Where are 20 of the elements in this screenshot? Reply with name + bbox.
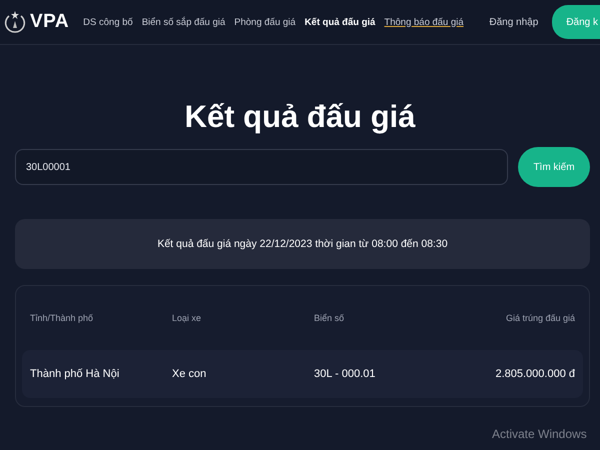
logo[interactable]: VPA — [30, 11, 70, 33]
emblem-icon — [4, 10, 26, 34]
table-cell-text: 2.805.000.000 đ — [494, 368, 575, 380]
nav-link[interactable]: Biển số sắp đấu giá — [142, 16, 226, 28]
login-link[interactable]: Đăng nhập — [489, 16, 538, 28]
nav-link[interactable]: DS công bố — [83, 16, 133, 28]
os-notice: Activate Windows — [492, 427, 587, 441]
search-field[interactable]: 30L00001 — [15, 149, 508, 185]
page-title: Kết quả đấu giá — [184, 98, 416, 136]
nav-link[interactable]: Phòng đấu giá — [234, 16, 296, 28]
table-cell-text: Xe con — [172, 368, 208, 380]
table-cell-text: 30L - 000.01 — [314, 368, 376, 380]
column-header: Biển số — [314, 313, 346, 323]
nav-link[interactable]: Kết quả đấu giá — [304, 16, 376, 28]
table-cell-text: Thành phố Hà Nội — [30, 368, 120, 380]
auction-info: Kết quả đấu giá ngày 22/12/2023 thời gian từ 08:00 đến 08:30 — [157, 238, 448, 250]
column-header: Tỉnh/Thành phố — [30, 313, 94, 323]
nav-link[interactable]: Thông báo đấu giá — [384, 16, 464, 28]
column-header: Giá trúng đấu giá — [504, 313, 575, 323]
column-header: Loại xe — [172, 313, 202, 323]
